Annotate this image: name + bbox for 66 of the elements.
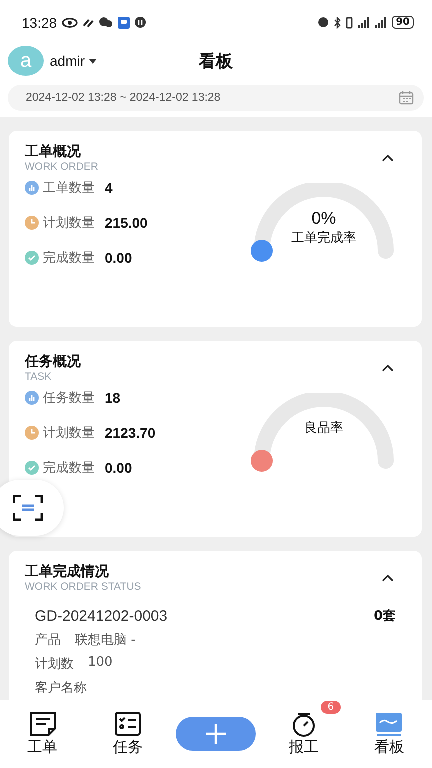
gauge-label: 工单完成率	[292, 230, 356, 247]
card-subtitle: WORK ORDER STATUS	[25, 581, 142, 593]
gauge-label: 良品率	[304, 420, 344, 437]
stat-label: 完成数量	[43, 460, 95, 477]
plus-icon	[204, 723, 227, 745]
stat-value: 2123.70	[105, 425, 156, 441]
stat-value: 0.00	[105, 250, 132, 266]
stat-label: 计划数量	[43, 215, 95, 232]
status-time: 13:28	[22, 14, 58, 30]
notification-badge: 6	[320, 701, 342, 714]
card-title: 工单概况	[25, 143, 82, 161]
card-title: 任务概况	[25, 353, 81, 371]
stat-label: 计划数量	[43, 425, 95, 442]
stat-icon	[25, 461, 39, 475]
nav-tab[interactable]: 看板	[352, 701, 426, 757]
stat-label: 完成数量	[43, 250, 95, 267]
calendar-icon	[399, 91, 414, 105]
stat-icon	[25, 391, 39, 405]
field-label: 计划数	[35, 656, 74, 673]
chevron-icon[interactable]	[382, 364, 394, 372]
card-subtitle: WORK ORDER	[25, 161, 98, 173]
field-label: 产品	[35, 632, 61, 649]
page-title: 看板	[199, 50, 233, 72]
signal-icon	[375, 17, 388, 28]
signal-icon	[358, 17, 370, 28]
nav-icon	[112, 711, 143, 737]
stat-value: 215.00	[105, 215, 148, 231]
stat-label: 工单数量	[43, 180, 95, 197]
stat-icon	[25, 251, 39, 265]
stat-label: 任务数量	[43, 390, 95, 407]
add-button[interactable]	[176, 717, 256, 751]
stat-value: 4	[105, 180, 113, 196]
gauge-percent: 0%	[312, 209, 336, 229]
nav-icon	[374, 711, 404, 737]
nav-icon	[28, 711, 58, 737]
stat-icon	[25, 181, 39, 195]
scan-button[interactable]	[0, 480, 64, 536]
stat-icon	[25, 216, 39, 230]
battery-level: 90	[392, 16, 414, 29]
nav-tab[interactable]: 报工 6	[267, 701, 342, 757]
chevron-icon[interactable]	[382, 154, 394, 162]
date-range-field[interactable]: 2024-12-02 13:28 ~ 2024-12-02 13:28	[8, 85, 424, 111]
card-title: 工单完成情况	[25, 563, 110, 581]
alarm-icon	[318, 17, 330, 28]
app-icon	[118, 16, 130, 28]
field-value: 联想电脑 -	[75, 632, 136, 649]
order-number[interactable]: GD-20241202-0003	[35, 608, 168, 624]
bluetooth-icon	[334, 16, 342, 28]
vibrate-icon	[346, 16, 354, 28]
stat-icon	[25, 426, 39, 440]
chat-icon	[99, 17, 114, 28]
eye-icon	[62, 18, 78, 28]
scan-icon	[13, 495, 43, 521]
nav-tab[interactable]: 任务	[90, 701, 165, 757]
caret-icon	[89, 58, 98, 64]
pause-icon	[135, 17, 146, 28]
link-icon	[83, 18, 94, 28]
stat-value: 0.00	[105, 460, 132, 476]
user-dropdown[interactable]: admir	[44, 53, 104, 69]
chevron-icon[interactable]	[382, 574, 394, 582]
field-value: 100	[88, 655, 113, 672]
card-subtitle: TASK	[25, 371, 53, 383]
order-quantity: 0套	[374, 608, 396, 625]
field-label: 客户名称	[35, 680, 87, 697]
stat-value: 18	[105, 390, 121, 406]
nav-tab[interactable]: 工单	[6, 701, 80, 757]
